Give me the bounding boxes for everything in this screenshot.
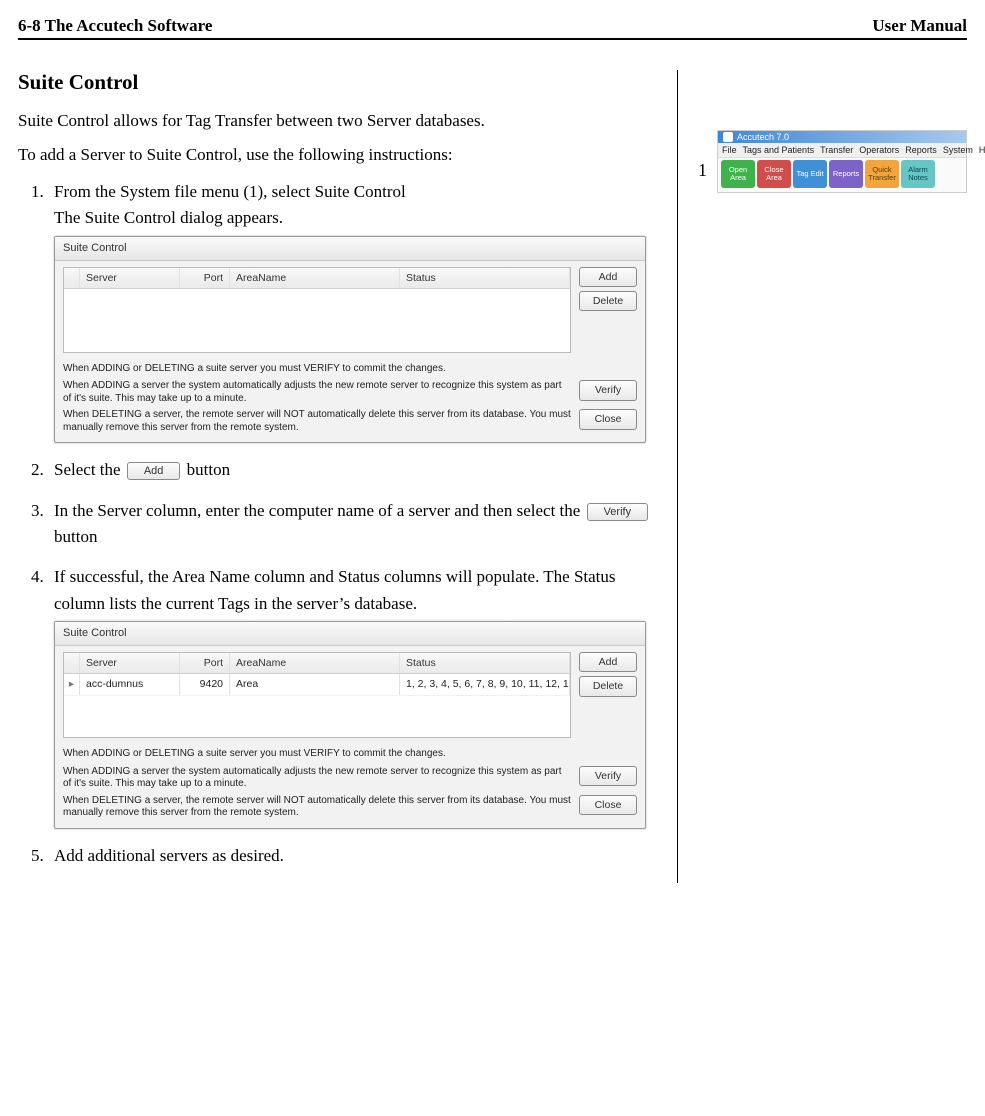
dialog-note-2: When ADDING a server the system automati… bbox=[63, 380, 571, 405]
delete-button[interactable]: Delete bbox=[579, 291, 637, 311]
inline-add-button[interactable]: Add bbox=[127, 462, 181, 480]
reports-button[interactable]: Reports bbox=[829, 160, 863, 188]
col-header-port-2: Port bbox=[180, 653, 230, 673]
server-grid[interactable]: Server Port AreaName Status bbox=[63, 267, 571, 353]
side-column: 1 Accutech 7.0 File Tags and Patients Tr… bbox=[678, 70, 967, 883]
suite-control-dialog-populated: Suite Control Server Port AreaName Statu… bbox=[54, 621, 646, 829]
col-header-port: Port bbox=[180, 268, 230, 288]
menu-bar[interactable]: File Tags and Patients Transfer Operator… bbox=[718, 143, 966, 158]
cell-area: Area bbox=[230, 674, 400, 694]
main-column: Suite Control Suite Control allows for T… bbox=[18, 70, 678, 883]
header-left: 6-8 The Accutech Software bbox=[18, 16, 212, 36]
cell-server: acc-dumnus bbox=[80, 674, 180, 694]
step-5: Add additional servers as desired. bbox=[48, 843, 659, 869]
col-header-area-2: AreaName bbox=[230, 653, 400, 673]
toolbar: Open Area Close Area Tag Edit Reports Qu… bbox=[718, 158, 966, 192]
app-titlebar: Accutech 7.0 bbox=[718, 131, 966, 143]
step-1-line-b: The Suite Control dialog appears. bbox=[54, 208, 283, 227]
step-1: From the System file menu (1), select Su… bbox=[48, 179, 659, 443]
col-header-status-2: Status bbox=[400, 653, 570, 673]
page-header: 6-8 The Accutech Software User Manual bbox=[18, 16, 967, 40]
add-button-2[interactable]: Add bbox=[579, 652, 637, 672]
dialog-note-2b: When ADDING a server the system automati… bbox=[63, 766, 571, 791]
app-icon bbox=[723, 132, 733, 142]
menu-system[interactable]: System bbox=[943, 145, 973, 155]
col-header-server: Server bbox=[80, 268, 180, 288]
menu-transfer[interactable]: Transfer bbox=[820, 145, 853, 155]
step-2-text-b: button bbox=[187, 460, 230, 479]
cell-port: 9420 bbox=[180, 674, 230, 694]
step-2-text-a: Select the bbox=[54, 460, 125, 479]
dialog-title: Suite Control bbox=[55, 237, 645, 261]
menu-tags-patients[interactable]: Tags and Patients bbox=[743, 145, 815, 155]
verify-button-2[interactable]: Verify bbox=[579, 766, 637, 786]
step-5-text: Add additional servers as desired. bbox=[54, 846, 284, 865]
dialog-title-2: Suite Control bbox=[55, 622, 645, 646]
dialog-note-1b: When ADDING or DELETING a suite server y… bbox=[63, 746, 637, 762]
col-header-status: Status bbox=[400, 268, 570, 288]
col-header-server-2: Server bbox=[80, 653, 180, 673]
step-1-line-a: From the System file menu (1), select Su… bbox=[54, 182, 406, 201]
instruction-paragraph: To add a Server to Suite Control, use th… bbox=[18, 145, 659, 165]
add-button[interactable]: Add bbox=[579, 267, 637, 287]
row-marker-icon: ▸ bbox=[64, 674, 80, 694]
cell-status: 1, 2, 3, 4, 5, 6, 7, 8, 9, 10, 11, 12, 1… bbox=[400, 674, 570, 694]
step-2: Select the Add button bbox=[48, 457, 659, 483]
menu-file[interactable]: File bbox=[722, 145, 737, 155]
close-area-button[interactable]: Close Area bbox=[757, 160, 791, 188]
menu-help[interactable]: Help bbox=[979, 145, 985, 155]
step-4: If successful, the Area Name column and … bbox=[48, 564, 659, 828]
menu-reports[interactable]: Reports bbox=[905, 145, 937, 155]
suite-control-dialog-empty: Suite Control Server Port AreaName Statu… bbox=[54, 236, 646, 444]
table-row[interactable]: ▸ acc-dumnus 9420 Area 1, 2, 3, 4, 5, 6,… bbox=[64, 674, 570, 695]
app-title: Accutech 7.0 bbox=[737, 132, 789, 142]
verify-button[interactable]: Verify bbox=[579, 380, 637, 400]
delete-button-2[interactable]: Delete bbox=[579, 676, 637, 696]
header-right: User Manual bbox=[872, 16, 967, 36]
step-3-text-b: button bbox=[54, 527, 97, 546]
open-area-button[interactable]: Open Area bbox=[721, 160, 755, 188]
quick-transfer-button[interactable]: Quick Transfer bbox=[865, 160, 899, 188]
dialog-note-1: When ADDING or DELETING a suite server y… bbox=[63, 361, 637, 377]
callout-number: 1 bbox=[698, 160, 707, 181]
step-3-text-a: In the Server column, enter the computer… bbox=[54, 501, 585, 520]
server-grid-populated[interactable]: Server Port AreaName Status ▸ acc-dumnus… bbox=[63, 652, 571, 738]
close-button[interactable]: Close bbox=[579, 409, 637, 429]
step-4-text: If successful, the Area Name column and … bbox=[54, 567, 616, 612]
inline-verify-button[interactable]: Verify bbox=[587, 503, 649, 521]
steps-list: From the System file menu (1), select Su… bbox=[48, 179, 659, 869]
close-button-2[interactable]: Close bbox=[579, 795, 637, 815]
step-3: In the Server column, enter the computer… bbox=[48, 498, 659, 551]
section-title: Suite Control bbox=[18, 70, 659, 95]
alarm-notes-button[interactable]: Alarm Notes bbox=[901, 160, 935, 188]
dialog-note-3b: When DELETING a server, the remote serve… bbox=[63, 795, 571, 820]
dialog-note-3: When DELETING a server, the remote serve… bbox=[63, 409, 571, 434]
col-header-area: AreaName bbox=[230, 268, 400, 288]
tag-edit-button[interactable]: Tag Edit bbox=[793, 160, 827, 188]
menu-operators[interactable]: Operators bbox=[859, 145, 899, 155]
intro-paragraph: Suite Control allows for Tag Transfer be… bbox=[18, 111, 659, 131]
app-menubar-thumbnail: Accutech 7.0 File Tags and Patients Tran… bbox=[717, 130, 967, 193]
